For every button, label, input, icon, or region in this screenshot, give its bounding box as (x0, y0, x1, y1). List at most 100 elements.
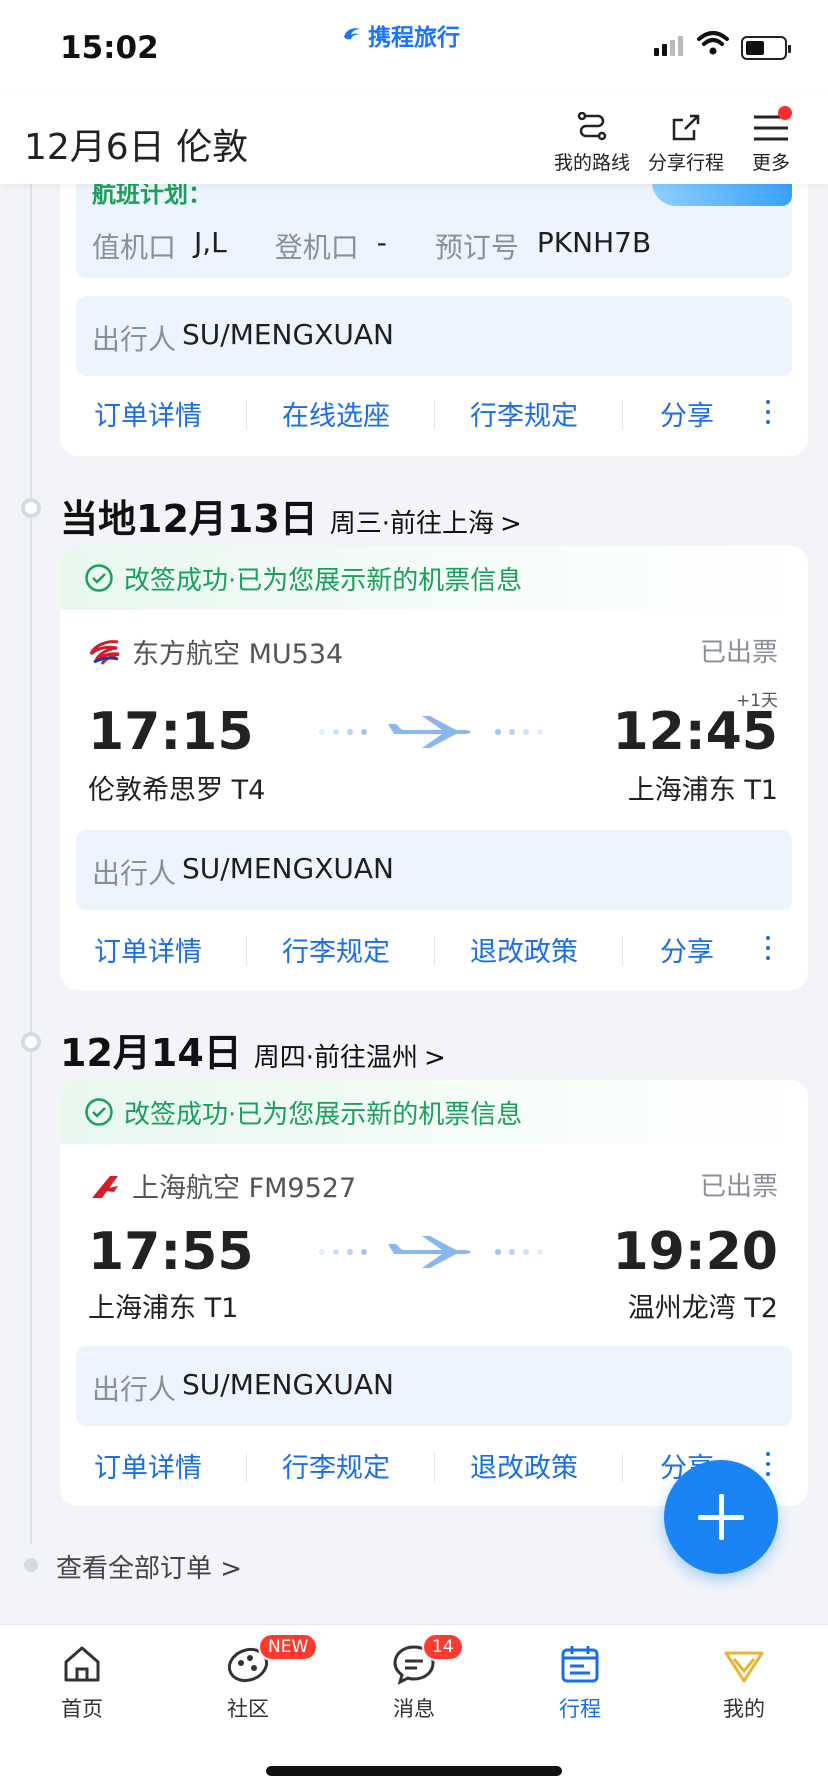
page-header: 12月6日 伦敦 我的路线 分享行程 更多 (0, 96, 828, 184)
my-route-label: 我的路线 (554, 152, 631, 174)
order-detail-button[interactable]: 订单详情 (94, 394, 202, 433)
baggage-rules-button[interactable]: 行李规定 (282, 1446, 390, 1485)
battery-icon (741, 36, 791, 60)
action-row: 订单详情 在线选座 行李规定 分享 (60, 382, 808, 442)
tab-label: 行程 (559, 1697, 601, 1721)
add-trip-button[interactable] (664, 1460, 778, 1574)
view-all-orders-link[interactable]: 查看全部订单 > (56, 1548, 242, 1585)
departure-airport: 上海浦东 T1 (88, 1293, 239, 1324)
traveler-name: SU/MENGXUAN (182, 852, 394, 885)
traveler-label: 出行人 (92, 323, 177, 356)
share-trip-button[interactable]: 分享行程 (648, 112, 724, 175)
rebook-success-text: 改签成功·已为您展示新的机票信息 (124, 565, 523, 596)
traveler-name: SU/MENGXUAN (182, 1368, 394, 1401)
divider (434, 1452, 435, 1482)
timeline-end-node (24, 1558, 38, 1572)
dolphin-icon (344, 28, 360, 40)
new-badge: NEW (258, 1633, 319, 1661)
status-time: 15:02 (60, 30, 159, 66)
tab-profile[interactable]: 我的 (684, 1643, 804, 1723)
traveler-box: 出行人 SU/MENGXUAN (76, 830, 792, 910)
arrival-airport: 上海浦东 T1 (627, 775, 778, 806)
traveler-box: 出行人 SU/MENGXUAN (76, 1346, 792, 1426)
unread-count-badge: 14 (422, 1633, 464, 1661)
chevron-right-icon: > (500, 509, 522, 539)
brand-logo: 携程旅行 (340, 18, 460, 52)
baggage-rules-button[interactable]: 行李规定 (282, 930, 390, 969)
more-label: 更多 (752, 152, 791, 174)
traveler-name: SU/MENGXUAN (182, 318, 394, 351)
divider (622, 400, 623, 430)
action-row: 订单详情 行李规定 退改政策 分享 (60, 918, 808, 978)
china-eastern-logo-icon (89, 639, 120, 665)
divider (246, 1452, 247, 1482)
flight-card-1: 航班计划： 值机口 J,L 登机口 - 预订号 PKNH7B 出行人 SU/ME… (60, 150, 808, 456)
chevron-right-icon: > (424, 1043, 446, 1073)
more-options-icon[interactable] (766, 936, 770, 960)
more-button[interactable]: 更多 (752, 106, 793, 175)
refund-change-policy-button[interactable]: 退改政策 (470, 1446, 578, 1485)
airline-name: 东方航空 MU534 (132, 639, 344, 670)
ticket-status: 已出票 (699, 638, 778, 668)
baggage-rules-button[interactable]: 行李规定 (470, 394, 578, 433)
arrival-time: 12:45 (612, 702, 778, 762)
tab-label: 我的 (723, 1697, 765, 1721)
rebook-success-banner: 改签成功·已为您展示新的机票信息 (60, 546, 808, 610)
wifi-icon (697, 31, 729, 55)
traveler-label: 出行人 (92, 1373, 177, 1406)
tab-label: 社区 (227, 1697, 269, 1721)
divider (434, 400, 435, 430)
divider (246, 400, 247, 430)
home-icon (64, 1646, 100, 1682)
traveler-label: 出行人 (92, 857, 177, 890)
profile-icon (724, 1651, 764, 1683)
day-subtitle: 周四·前往温州 (253, 1043, 419, 1073)
traveler-box: 出行人 SU/MENGXUAN (76, 296, 792, 376)
order-detail-button[interactable]: 订单详情 (94, 930, 202, 969)
shanghai-airlines-logo-icon (92, 1175, 118, 1198)
refund-change-policy-button[interactable]: 退改政策 (470, 930, 578, 969)
divider (622, 936, 623, 966)
flight-card-mu534[interactable]: 改签成功·已为您展示新的机票信息 东方航空 MU534 已出票 +1天 17:1… (60, 546, 808, 990)
day-header-dec13[interactable]: 当地12月13日 周三·前往上海 > (60, 488, 522, 543)
rebook-success-banner: 改签成功·已为您展示新的机票信息 (60, 1080, 808, 1144)
my-route-button[interactable]: 我的路线 (554, 112, 630, 175)
tab-label: 消息 (393, 1697, 435, 1721)
flight-card-fm9527[interactable]: 改签成功·已为您展示新的机票信息 上海航空 FM9527 已出票 17:55 1… (60, 1080, 808, 1506)
seat-select-button[interactable]: 在线选座 (282, 394, 390, 433)
checkin-value: J,L (194, 226, 227, 259)
plane-icon (319, 716, 543, 748)
share-button[interactable]: 分享 (660, 930, 714, 969)
arrival-airport: 温州龙湾 T2 (627, 1293, 778, 1324)
day-date: 12月14日 (60, 1031, 242, 1075)
day-date: 当地12月13日 (60, 497, 318, 541)
tab-community[interactable]: 社区 NEW (188, 1633, 319, 1723)
order-detail-button[interactable]: 订单详情 (94, 1446, 202, 1485)
cellular-signal-icon (654, 36, 683, 56)
departure-time: 17:55 (88, 1222, 254, 1282)
status-bar: 15:02 携程旅行 (0, 0, 828, 96)
airline-name: 上海航空 FM9527 (132, 1173, 357, 1204)
itinerary-icon (561, 1646, 599, 1683)
day-header-dec14[interactable]: 12月14日 周四·前往温州 > (60, 1022, 446, 1077)
share-button[interactable]: 分享 (660, 394, 714, 433)
more-options-icon[interactable] (766, 400, 770, 424)
share-trip-label: 分享行程 (648, 152, 725, 174)
airline-row: 上海航空 FM9527 (88, 1166, 356, 1205)
more-options-icon[interactable] (766, 1452, 770, 1476)
day-subtitle: 周三·前往上海 (329, 509, 495, 539)
page-title: 12月6日 伦敦 (24, 127, 249, 168)
divider (246, 936, 247, 966)
checkin-label: 值机口 (92, 231, 177, 264)
gate-label: 登机口 (274, 231, 359, 264)
tab-label: 首页 (61, 1697, 103, 1721)
tab-home[interactable]: 首页 (22, 1643, 142, 1723)
airline-row: 东方航空 MU534 (88, 632, 343, 671)
brand-name: 携程旅行 (368, 25, 460, 51)
checkin-row: 值机口 J,L 登机口 - 预订号 PKNH7B (92, 226, 651, 266)
notification-dot (778, 106, 793, 120)
departure-airport: 伦敦希思罗 T4 (88, 775, 266, 806)
booking-label: 预订号 (434, 231, 519, 264)
tab-messages[interactable]: 消息 14 (354, 1633, 474, 1723)
tab-itinerary[interactable]: 行程 (520, 1643, 640, 1723)
